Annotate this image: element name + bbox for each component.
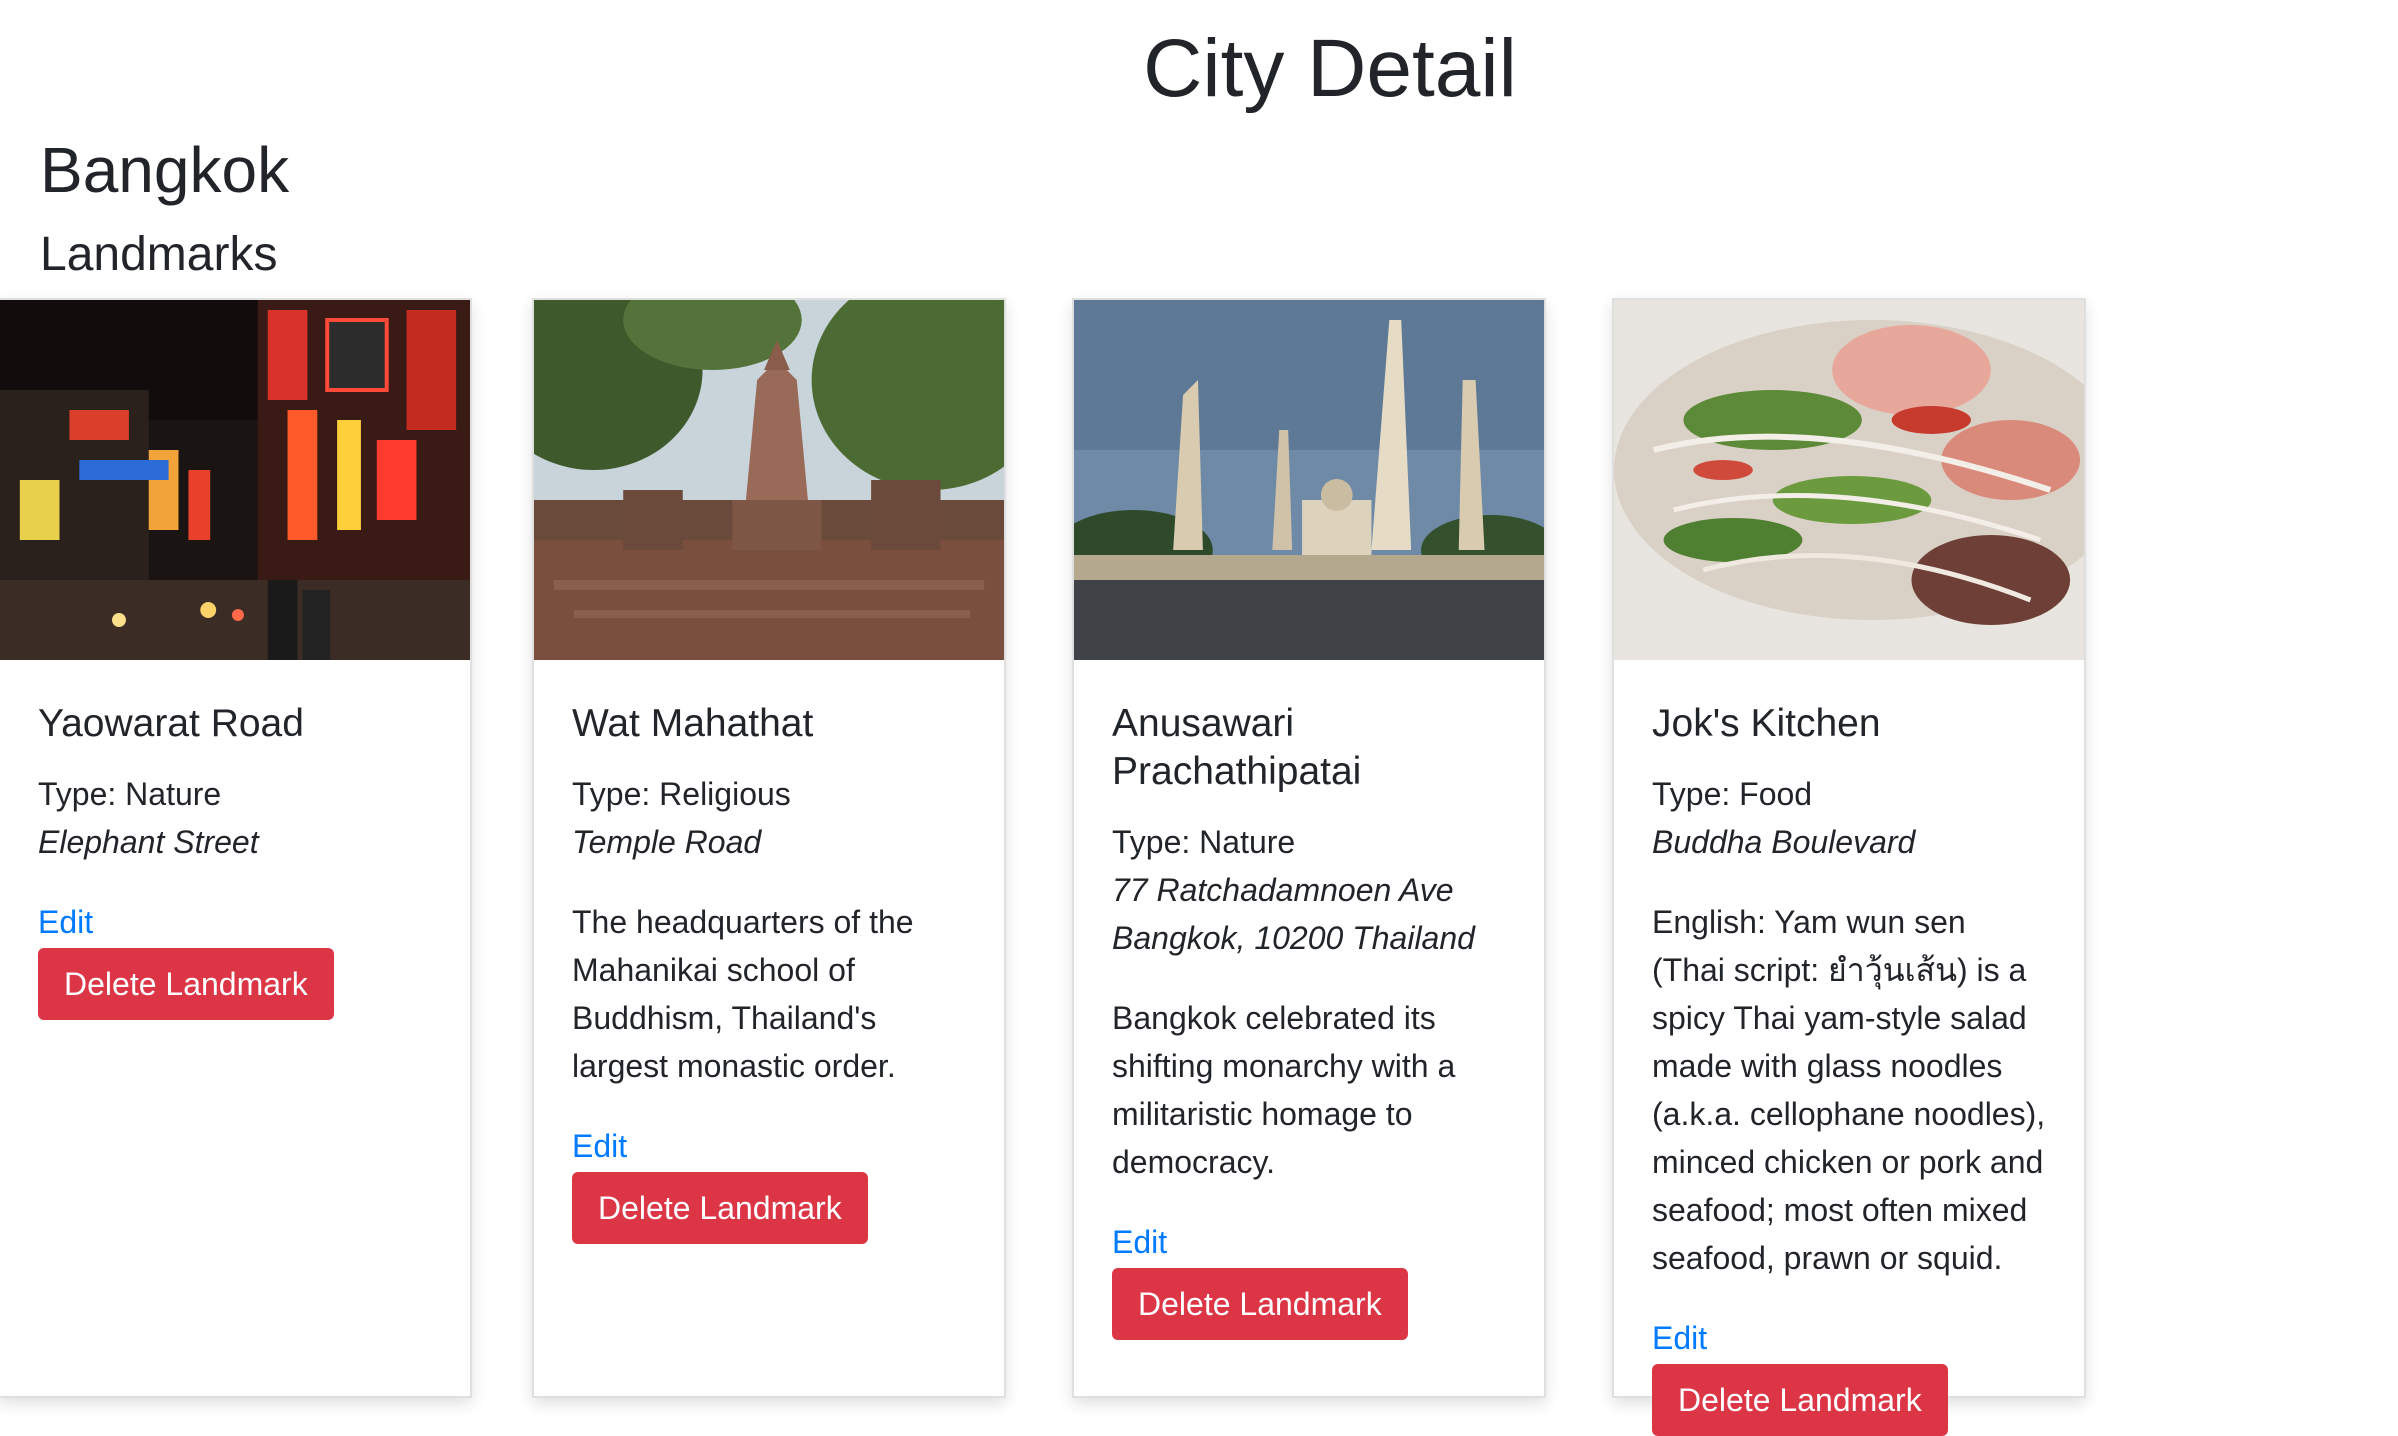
landmark-name: Yaowarat Road (38, 702, 304, 745)
landmark-image-wat-mahathat (534, 300, 1004, 660)
landmark-description: Bangkok celebrated its shifting monarchy… (1112, 1000, 1456, 1180)
landmark-type: Type: Nature (38, 776, 222, 812)
landmark-address: Buddha Boulevard (1652, 824, 1916, 860)
landmark-address-line-1: 77 Ratchadamnoen Ave (1112, 872, 1454, 908)
landmark-card: Jok's Kitchen Type: Food Buddha Boulevar… (1612, 298, 2086, 1436)
page-title: City Detail (1143, 23, 1517, 114)
delete-landmark-button[interactable]: Delete Landmark (572, 1172, 868, 1244)
landmarks-heading: Landmarks (40, 228, 278, 281)
landmark-card: Yaowarat Road Type: Nature Elephant Stre… (0, 298, 472, 1398)
edit-link[interactable]: Edit (1652, 1316, 2046, 1360)
edit-link[interactable]: Edit (38, 900, 432, 944)
landmark-name: Jok's Kitchen (1652, 702, 1881, 745)
landmark-name: Anusawari Prachathipatai (1112, 702, 1362, 793)
landmark-description: English: Yam wun sen (Thai script: ยำวุ้… (1652, 904, 2046, 1276)
landmark-type: Type: Religious (572, 776, 791, 812)
edit-link[interactable]: Edit (572, 1124, 966, 1168)
landmark-image-democracy-monument (1074, 300, 1544, 660)
landmark-card: Wat Mahathat Type: Religious Temple Road… (532, 298, 1006, 1398)
landmark-name: Wat Mahathat (572, 702, 814, 745)
landmark-card: Anusawari Prachathipatai Type: Nature 77… (1072, 298, 1546, 1398)
landmark-address: Temple Road (572, 824, 762, 860)
landmark-description: The headquarters of the Mahanikai school… (572, 904, 914, 1084)
landmark-address-line-2: Bangkok, 10200 Thailand (1112, 920, 1475, 956)
landmark-address: Elephant Street (38, 824, 259, 860)
edit-link[interactable]: Edit (1112, 1220, 1506, 1264)
landmark-image-joks-kitchen (1614, 300, 2084, 660)
landmark-type: Type: Food (1652, 776, 1813, 812)
landmark-image-yaowarat (0, 300, 470, 660)
delete-landmark-button[interactable]: Delete Landmark (1112, 1268, 1408, 1340)
delete-landmark-button[interactable]: Delete Landmark (1652, 1364, 1948, 1436)
landmark-type: Type: Nature (1112, 824, 1296, 860)
city-name: Bangkok (40, 134, 290, 206)
delete-landmark-button[interactable]: Delete Landmark (38, 948, 334, 1020)
